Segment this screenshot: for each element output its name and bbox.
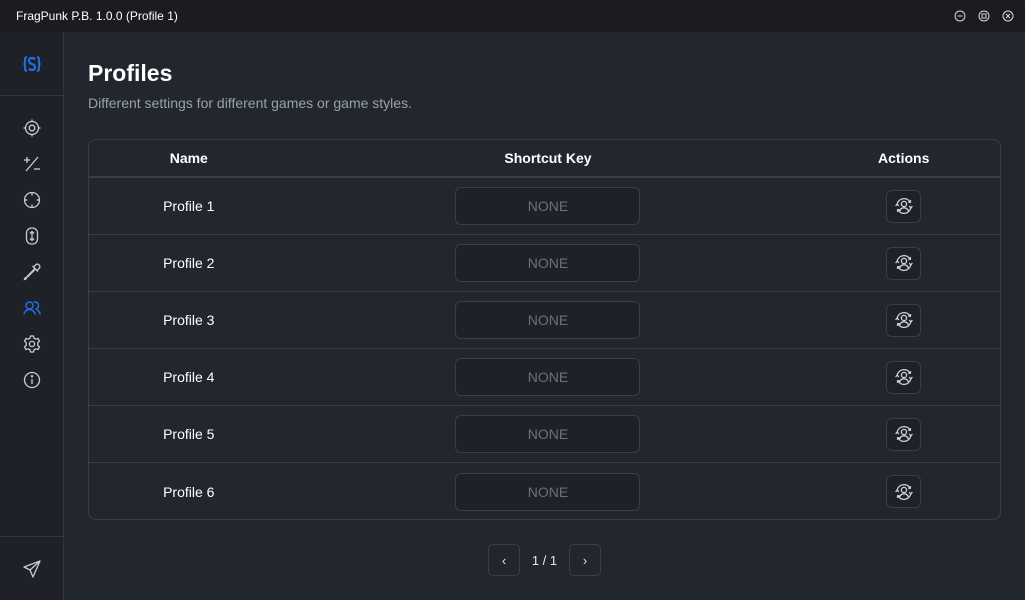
shortcut-key-input[interactable]: NONE	[455, 301, 641, 339]
shortcut-key-input[interactable]: NONE	[455, 415, 641, 453]
switch-profile-button[interactable]	[886, 360, 922, 394]
column-header-actions: Actions	[878, 150, 930, 166]
users-icon	[22, 301, 41, 315]
profile-name: Profile 5	[163, 426, 215, 442]
eyedropper-icon	[22, 263, 41, 281]
maximize-button[interactable]	[977, 9, 991, 23]
table-row: Profile 5 NONE	[89, 406, 1000, 463]
switch-profile-icon	[894, 255, 913, 271]
table-row: Profile 2 NONE	[89, 235, 1000, 292]
sidebar-nav	[0, 96, 63, 398]
sidebar-item-profiles[interactable]	[0, 290, 63, 326]
table-row: Profile 6 NONE	[89, 463, 1000, 519]
shortcut-key-input[interactable]: NONE	[455, 244, 641, 282]
table-row: Profile 3 NONE	[89, 292, 1000, 349]
minimize-icon	[954, 10, 966, 22]
plus-minus-icon	[23, 156, 40, 172]
switch-profile-icon	[894, 483, 913, 500]
column-header-name: Name	[169, 150, 208, 166]
switch-profile-icon	[894, 426, 913, 442]
sidebar-item-aim[interactable]	[0, 110, 63, 146]
main-content: Profiles Different settings for differen…	[64, 32, 1025, 600]
sidebar-item-color-picker[interactable]	[0, 254, 63, 290]
close-button[interactable]	[1001, 9, 1015, 23]
mouse-scroll-icon	[25, 227, 38, 245]
sidebar-item-feedback[interactable]	[0, 536, 63, 600]
page-subtitle: Different settings for different games o…	[88, 95, 412, 111]
minimize-button[interactable]	[953, 9, 967, 23]
send-icon	[22, 559, 41, 578]
prev-page-button[interactable]: ‹	[488, 544, 520, 576]
pagination: ‹ 1 / 1 ›	[488, 544, 601, 576]
switch-profile-icon	[894, 312, 913, 328]
switch-profile-button[interactable]	[886, 475, 922, 508]
table-row: Profile 4 NONE	[89, 349, 1000, 406]
sidebar	[0, 32, 64, 600]
switch-profile-button[interactable]	[886, 246, 922, 280]
chevron-left-icon: ‹	[501, 552, 507, 568]
close-icon	[1002, 10, 1014, 22]
info-icon	[23, 371, 40, 389]
page-title: Profiles	[88, 60, 173, 86]
window-title: FragPunk P.B. 1.0.0 (Profile 1)	[16, 9, 178, 23]
maximize-icon	[978, 10, 990, 22]
app-logo-icon	[22, 55, 41, 72]
switch-profile-button[interactable]	[886, 303, 922, 337]
sidebar-item-about[interactable]	[0, 362, 63, 398]
sidebar-item-adjust[interactable]	[0, 146, 63, 182]
gear-icon	[23, 335, 40, 353]
shortcut-key-input[interactable]: NONE	[455, 358, 641, 396]
next-page-button[interactable]: ›	[569, 544, 601, 576]
switch-profile-icon	[894, 369, 913, 385]
profile-name: Profile 4	[163, 369, 215, 385]
column-header-shortcut: Shortcut Key	[504, 150, 592, 166]
table-header: Name Shortcut Key Actions	[89, 140, 1000, 178]
profile-name: Profile 6	[163, 483, 215, 500]
shortcut-key-input[interactable]: NONE	[455, 187, 641, 225]
switch-profile-button[interactable]	[886, 189, 922, 223]
profile-name: Profile 2	[163, 255, 215, 271]
switch-profile-icon	[894, 198, 913, 214]
crosshair-icon	[23, 191, 40, 209]
title-bar: FragPunk P.B. 1.0.0 (Profile 1)	[0, 0, 1025, 32]
profile-name: Profile 3	[163, 312, 215, 328]
window-controls	[953, 9, 1015, 23]
target-icon	[23, 119, 40, 137]
sidebar-item-settings[interactable]	[0, 326, 63, 362]
chevron-right-icon: ›	[582, 552, 588, 568]
shortcut-key-input[interactable]: NONE	[455, 472, 641, 511]
sidebar-item-scroll[interactable]	[0, 218, 63, 254]
table-body: Profile 1 NONE Profile 2 NONE Profile 3 …	[89, 178, 1000, 519]
switch-profile-button[interactable]	[886, 417, 922, 451]
sidebar-item-crosshair[interactable]	[0, 182, 63, 218]
page-indicator: 1 / 1	[531, 552, 558, 568]
table-row: Profile 1 NONE	[89, 178, 1000, 235]
profile-name: Profile 1	[163, 198, 215, 214]
profiles-table: Name Shortcut Key Actions Profile 1 NONE	[88, 139, 1001, 520]
logo[interactable]	[0, 32, 63, 96]
